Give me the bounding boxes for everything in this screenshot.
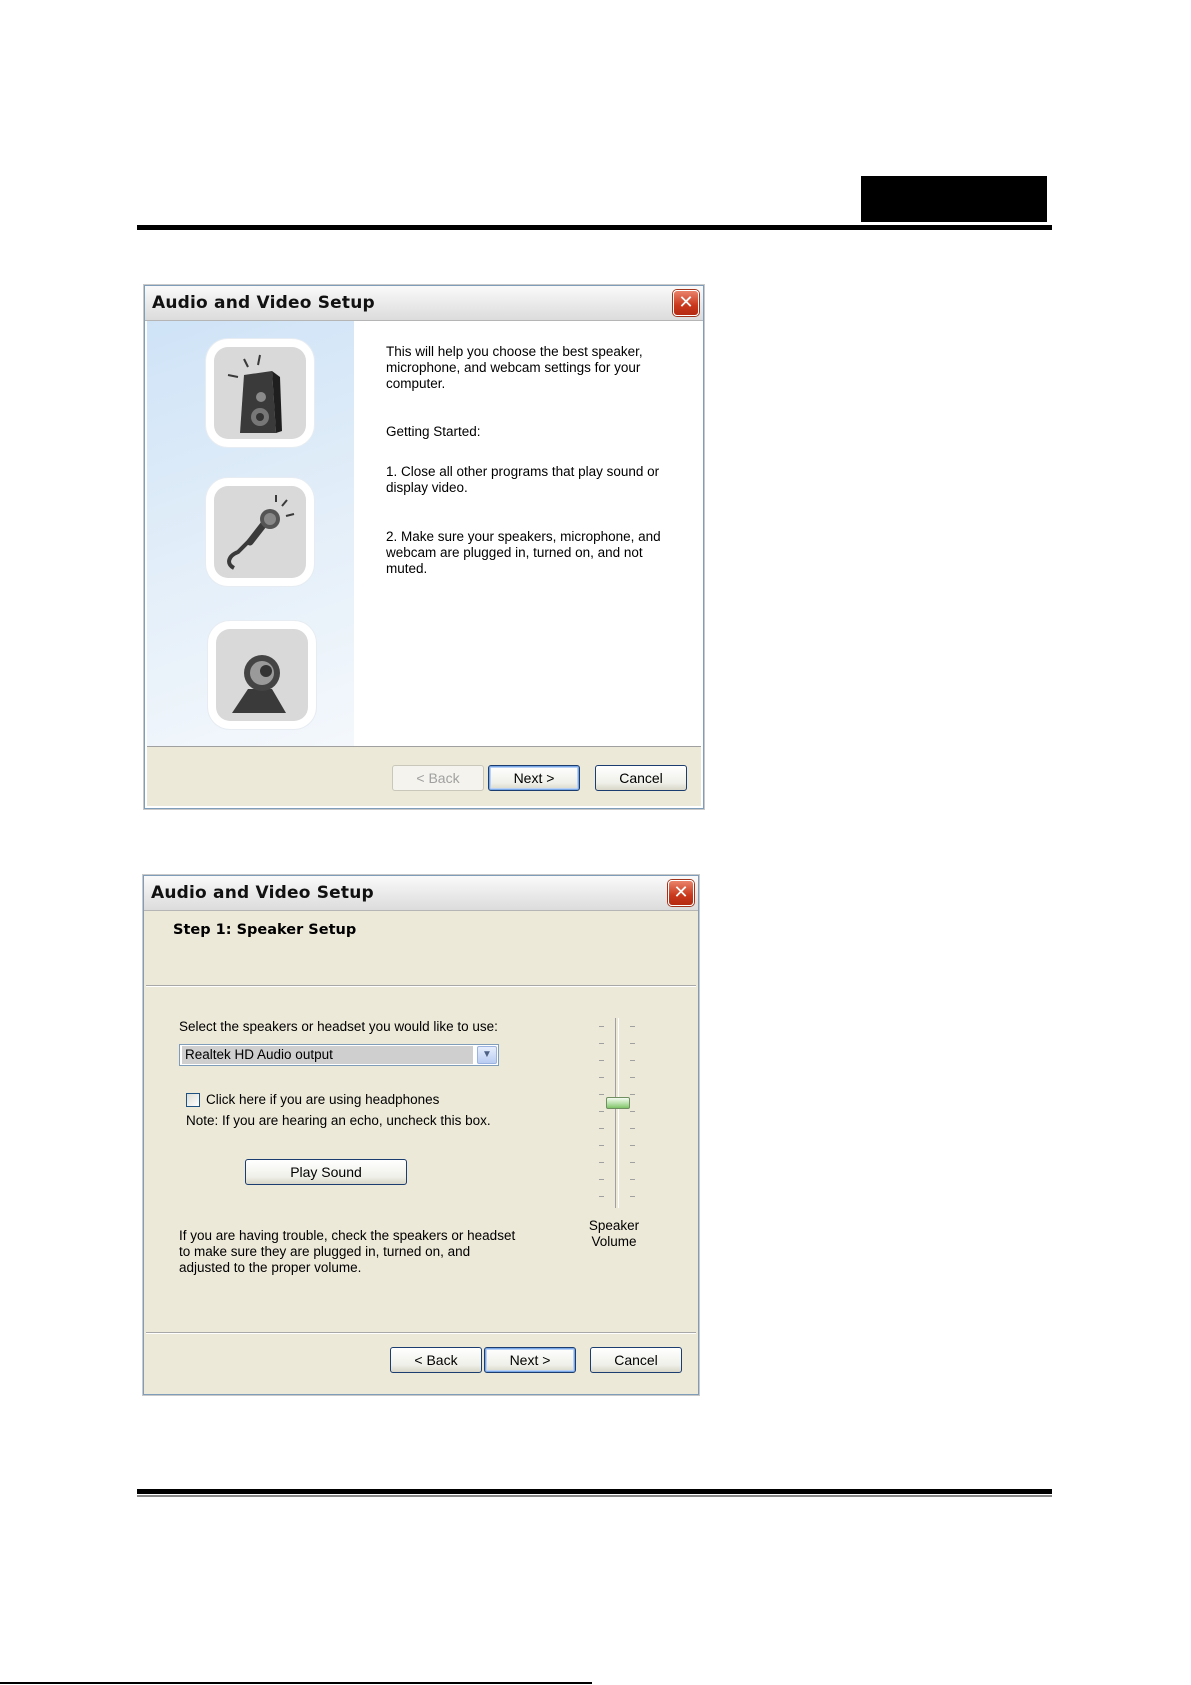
cancel-button[interactable]: Cancel: [595, 765, 687, 791]
volume-tick: [630, 1128, 635, 1129]
volume-tick: [599, 1026, 604, 1027]
headphones-checkbox-label[interactable]: Click here if you are using headphones: [206, 1092, 439, 1108]
volume-tick: [630, 1111, 635, 1112]
dialog-title: Audio and Video Setup: [152, 293, 375, 313]
volume-slider-thumb[interactable]: [606, 1097, 630, 1109]
volume-tick: [599, 1196, 604, 1197]
setup-welcome-dialog: Audio and Video Setup ✕ This will help y…: [144, 285, 704, 809]
volume-label-line2: Volume: [591, 1234, 637, 1249]
volume-tick: [599, 1043, 604, 1044]
webcam-icon: [208, 621, 316, 729]
speaker-select-label: Select the speakers or headset you would…: [179, 1019, 498, 1034]
footer-divider: [146, 1332, 696, 1334]
volume-tick: [630, 1060, 635, 1061]
button-bar: < Back Next > Cancel: [147, 746, 701, 806]
headphones-checkbox[interactable]: [186, 1093, 200, 1107]
getting-started-heading: Getting Started:: [386, 424, 481, 439]
back-button[interactable]: < Back: [390, 1347, 482, 1373]
volume-slider-track[interactable]: [615, 1018, 619, 1208]
title-bar[interactable]: Audio and Video Setup ✕: [144, 876, 698, 911]
troubleshooting-text: If you are having trouble, check the spe…: [179, 1228, 516, 1275]
volume-tick: [599, 1111, 604, 1112]
echo-note: Note: If you are hearing an echo, unchec…: [186, 1113, 491, 1128]
volume-tick: [599, 1060, 604, 1061]
speaker-device-dropdown[interactable]: Realtek HD Audio output ▼: [179, 1044, 499, 1066]
selected-device: Realtek HD Audio output: [182, 1046, 473, 1064]
speaker-setup-dialog: Audio and Video Setup ✕ Step 1: Speaker …: [143, 875, 699, 1395]
volume-label-line1: Speaker: [588, 1218, 640, 1233]
title-bar[interactable]: Audio and Video Setup ✕: [145, 286, 703, 321]
close-icon: ✕: [673, 882, 689, 903]
header-rule: [137, 225, 1052, 230]
illustration-panel: [147, 321, 354, 746]
volume-tick: [630, 1043, 635, 1044]
instruction-step-1: 1. Close all other programs that play so…: [386, 464, 660, 495]
speaker-icon: [206, 339, 314, 447]
close-button[interactable]: ✕: [668, 880, 694, 906]
volume-tick: [630, 1094, 635, 1095]
dialog-title: Audio and Video Setup: [151, 883, 374, 903]
volume-tick: [599, 1162, 604, 1163]
instruction-step-2: 2. Make sure your speakers, microphone, …: [386, 529, 661, 576]
chevron-down-icon[interactable]: ▼: [477, 1046, 497, 1064]
next-button[interactable]: Next >: [488, 765, 580, 791]
close-button[interactable]: ✕: [673, 290, 699, 316]
intro-text: This will help you choose the best speak…: [386, 344, 643, 391]
page-bottom-line: [0, 1682, 592, 1684]
volume-tick: [630, 1162, 635, 1163]
volume-tick: [630, 1179, 635, 1180]
volume-tick: [599, 1128, 604, 1129]
volume-tick: [630, 1196, 635, 1197]
volume-tick: [630, 1077, 635, 1078]
volume-tick: [599, 1077, 604, 1078]
microphone-icon: [206, 478, 314, 586]
cancel-button[interactable]: Cancel: [590, 1347, 682, 1373]
language-tab: [861, 176, 1047, 222]
footer-rule: [137, 1489, 1052, 1497]
volume-tick: [599, 1094, 604, 1095]
back-button[interactable]: < Back: [392, 765, 484, 791]
volume-tick: [630, 1145, 635, 1146]
volume-tick: [599, 1179, 604, 1180]
volume-tick: [630, 1026, 635, 1027]
volume-tick: [599, 1145, 604, 1146]
close-icon: ✕: [678, 292, 694, 313]
step-title: Step 1: Speaker Setup: [173, 922, 357, 938]
next-button[interactable]: Next >: [484, 1347, 576, 1373]
play-sound-button[interactable]: Play Sound: [245, 1159, 407, 1185]
